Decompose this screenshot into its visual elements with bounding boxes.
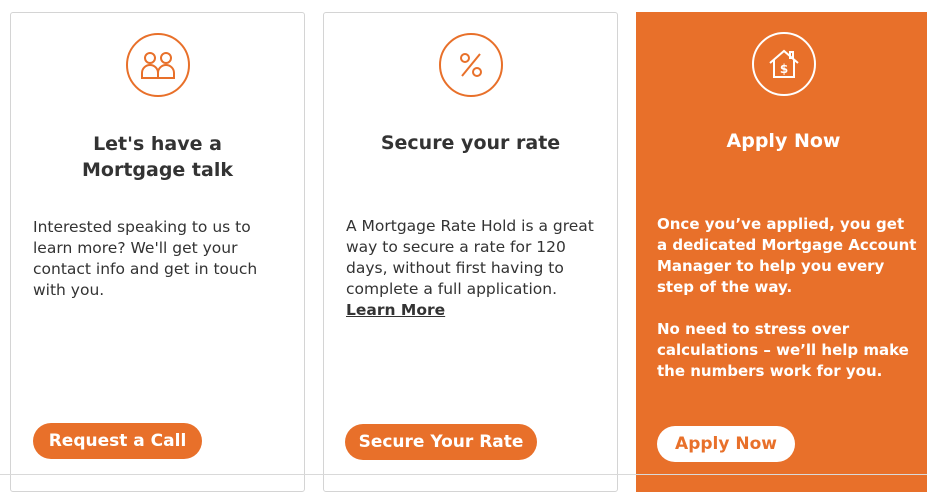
card-title: Let's have a Mortgage talk <box>11 131 304 183</box>
secure-rate-button[interactable]: Secure Your Rate <box>345 424 537 460</box>
percent-icon <box>438 33 503 97</box>
house-dollar-icon: $ <box>751 32 816 96</box>
card-description-text: A Mortgage Rate Hold is a great way to s… <box>346 217 594 298</box>
card-secure-rate: Secure your rate A Mortgage Rate Hold is… <box>323 12 618 492</box>
card-mortgage-talk: Let's have a Mortgage talk Interested sp… <box>10 12 305 492</box>
card-description: A Mortgage Rate Hold is a great way to s… <box>346 216 603 321</box>
card-title-line: Mortgage talk <box>82 159 233 181</box>
card-apply-now: $ Apply Now Once you’ve applied, you get… <box>636 12 927 492</box>
card-title: Secure your rate <box>380 132 561 154</box>
apply-now-button[interactable]: Apply Now <box>657 426 795 462</box>
card-description-paragraph: Once you’ve applied, you get a dedicated… <box>657 215 917 296</box>
learn-more-link[interactable]: Learn More <box>346 301 445 319</box>
svg-text:$: $ <box>779 62 787 76</box>
card-title-line: Let's have a <box>93 133 222 155</box>
card-description: Interested speaking to us to learn more?… <box>33 218 258 299</box>
card-description: Once you’ve applied, you get a dedicated… <box>657 214 918 382</box>
bottom-divider <box>0 474 927 475</box>
card-title: Apply Now <box>726 130 841 152</box>
people-icon <box>125 33 190 97</box>
card-description-paragraph: No need to stress over calculations – we… <box>657 320 909 380</box>
request-call-button[interactable]: Request a Call <box>33 423 202 459</box>
